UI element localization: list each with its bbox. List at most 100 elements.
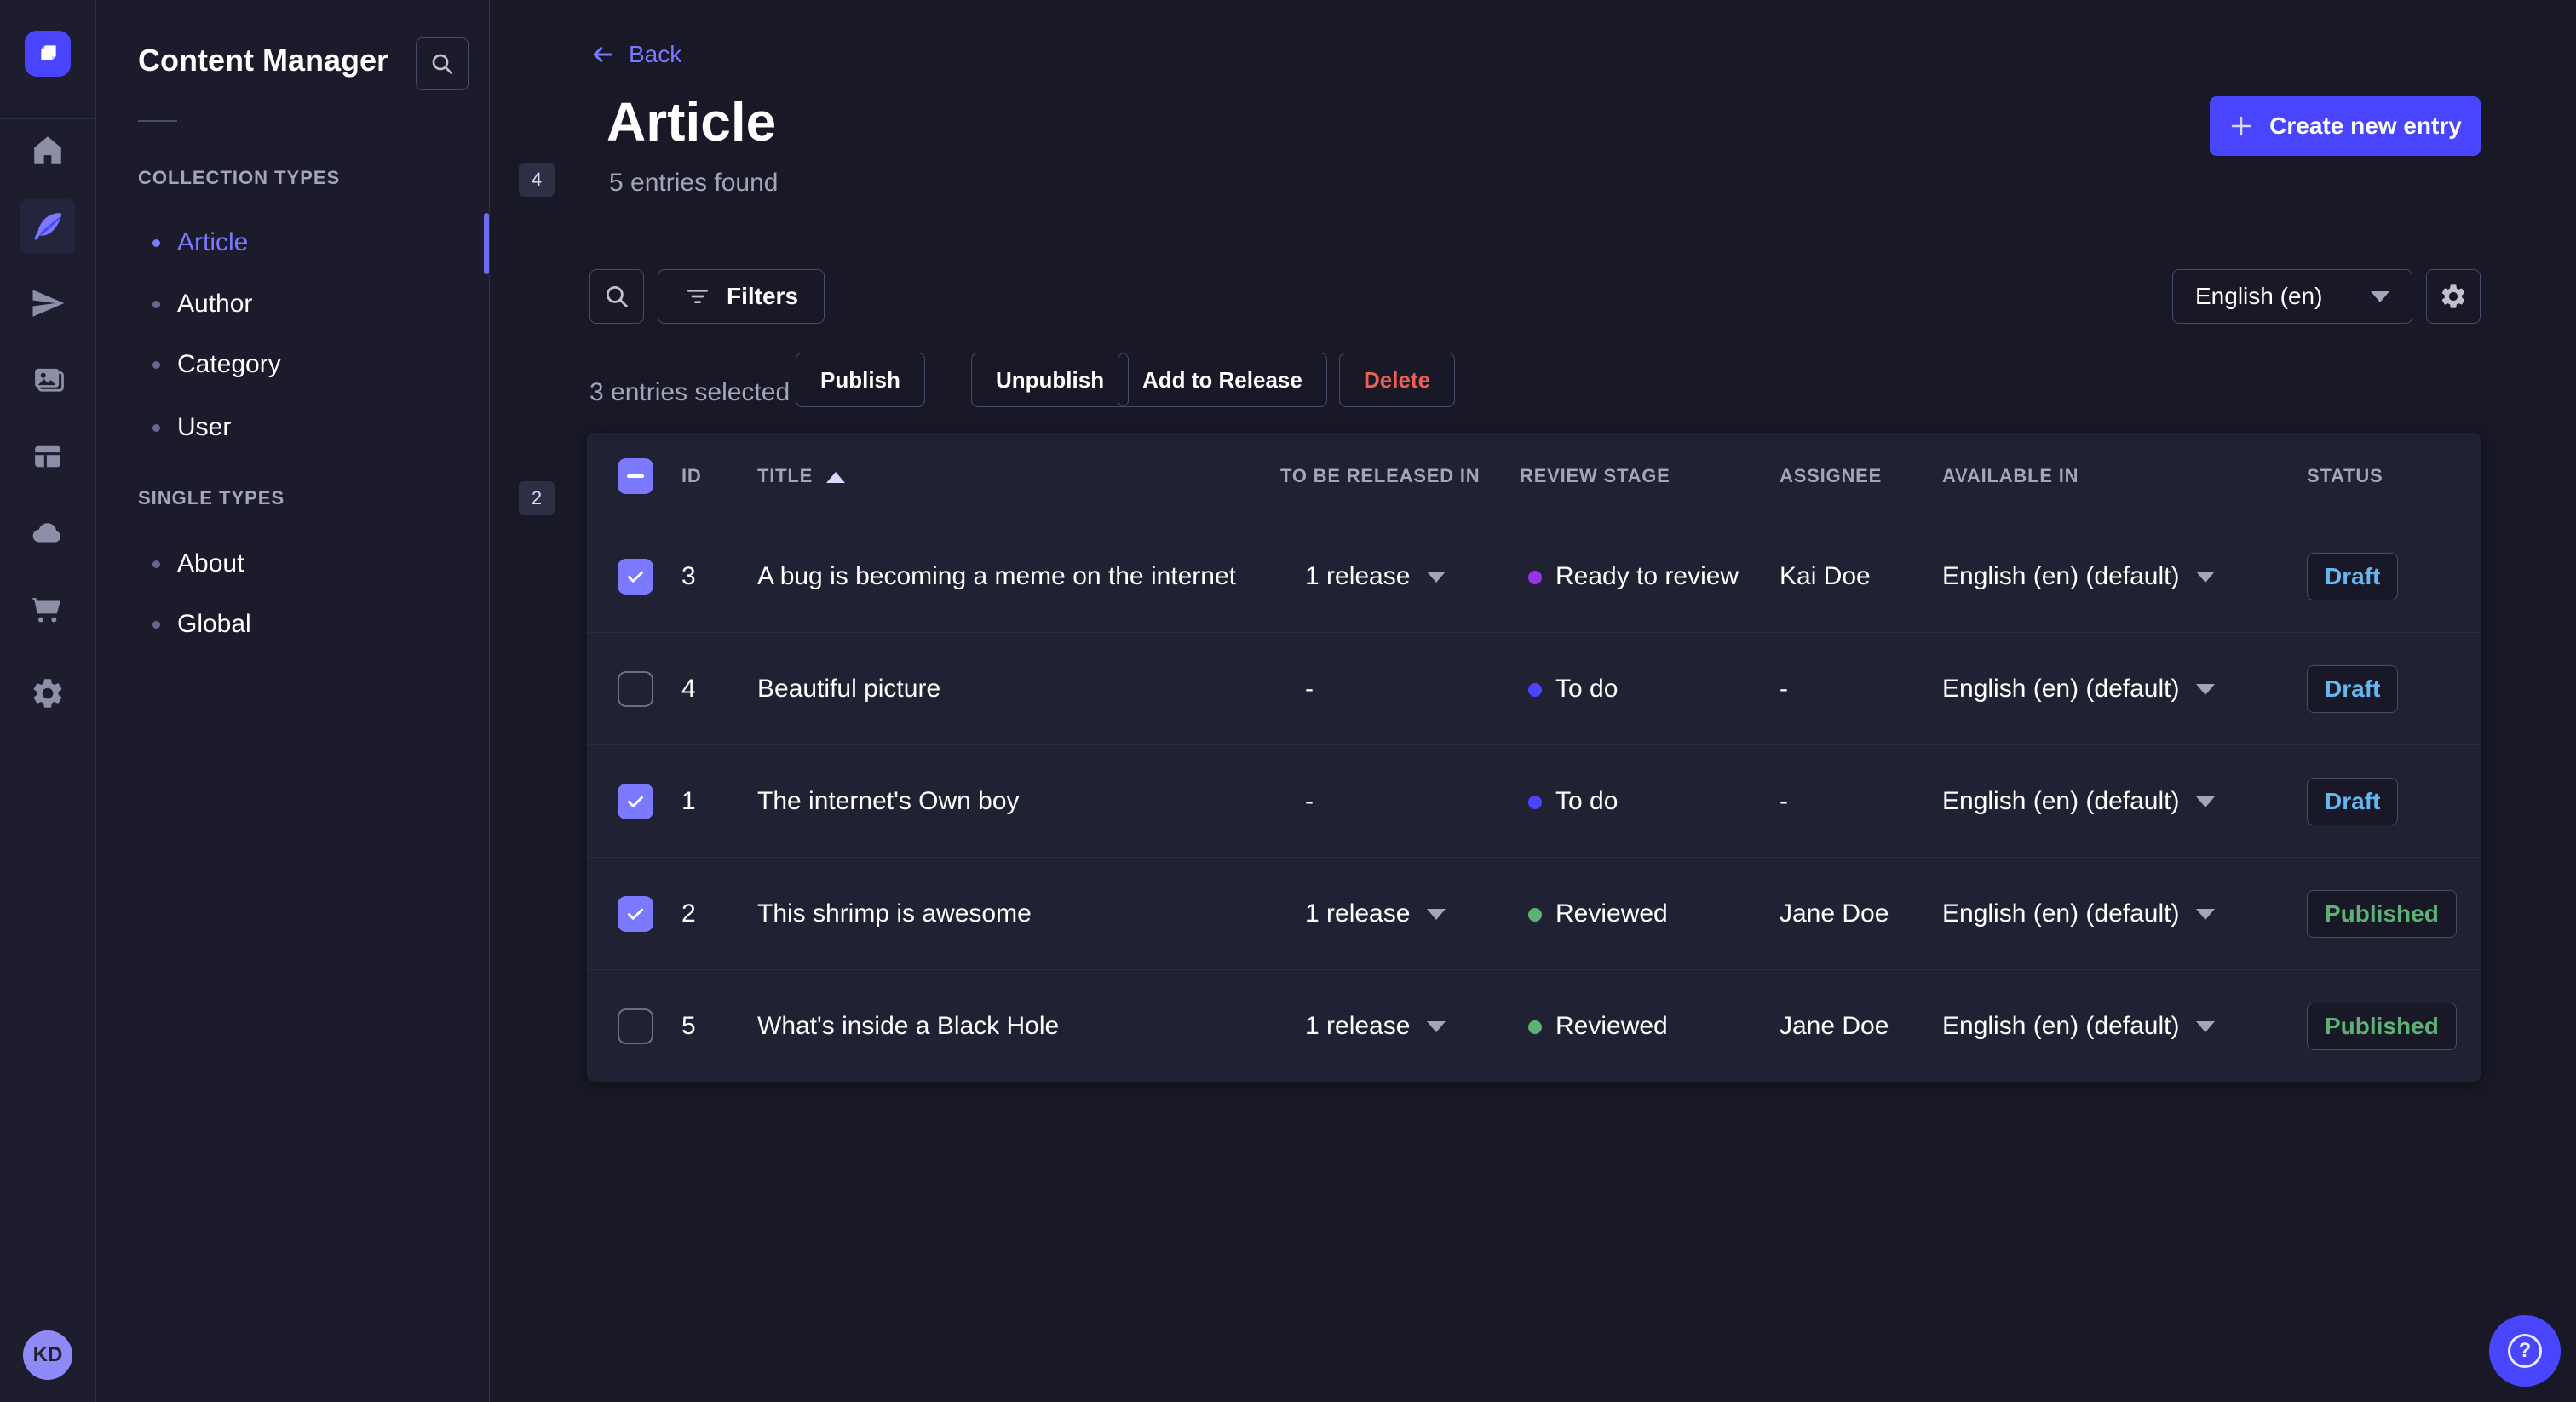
row-checkbox[interactable] <box>618 558 653 595</box>
chevron-down-icon <box>1427 1021 1446 1033</box>
table-row[interactable]: 1 The internet's Own boy - To do - Engli… <box>587 744 2481 857</box>
col-header-title[interactable]: TITLE <box>757 465 846 487</box>
table-row[interactable]: 2 This shrimp is awesome 1 release Revie… <box>587 857 2481 969</box>
check-icon <box>628 908 643 920</box>
page-title: Article <box>607 91 777 152</box>
cell-release: - <box>1305 786 1314 815</box>
cell-release: - <box>1305 674 1314 703</box>
status-badge: Published <box>2307 889 2457 938</box>
status-badge: Draft <box>2307 664 2399 713</box>
avatar[interactable]: KD <box>23 1330 72 1380</box>
cell-assignee: Jane Doe <box>1780 1011 1889 1040</box>
bullet-icon <box>152 238 160 247</box>
bullet-icon <box>152 423 160 432</box>
cell-title: A bug is becoming a meme on the internet <box>757 561 1237 590</box>
marketplace-icon[interactable] <box>20 583 75 637</box>
entries-table: ID TITLE TO BE RELEASED IN REVIEW STAGE … <box>587 433 2481 1082</box>
media-library-icon[interactable] <box>20 353 75 407</box>
sidebar-item-category[interactable]: Category <box>96 339 490 390</box>
strapi-logo[interactable] <box>25 31 71 77</box>
col-header-available: AVAILABLE IN <box>1942 465 2079 486</box>
sidebar-item-author[interactable]: Author <box>96 279 490 330</box>
publish-button[interactable]: Publish <box>796 353 925 407</box>
cell-review-stage: To do <box>1528 787 1618 816</box>
sidebar-item-about[interactable]: About <box>96 538 490 589</box>
search-icon <box>432 54 452 74</box>
strapi-logo-icon <box>41 45 56 60</box>
rail-divider <box>0 118 96 119</box>
filters-button[interactable]: Filters <box>658 269 825 324</box>
sidebar-item-global[interactable]: Global <box>96 599 490 650</box>
unpublish-button[interactable]: Unpublish <box>971 353 1130 407</box>
release-dropdown[interactable]: 1 release <box>1305 562 1446 591</box>
col-header-stage: REVIEW STAGE <box>1520 465 1670 486</box>
locale-dropdown[interactable]: English (en) (default) <box>1942 787 2216 816</box>
cell-title: The internet's Own boy <box>757 786 1020 815</box>
entries-count: 5 entries found <box>609 169 779 197</box>
chevron-down-icon <box>1427 572 1446 583</box>
plus-icon <box>2231 116 2251 136</box>
collection-types-count-badge: 4 <box>519 163 555 197</box>
row-checkbox[interactable] <box>618 783 653 819</box>
locale-select[interactable]: English (en) <box>2172 269 2412 324</box>
add-to-release-button[interactable]: Add to Release <box>1118 353 1327 407</box>
stage-dot-icon <box>1528 682 1542 697</box>
cell-id: 2 <box>681 899 696 928</box>
content-manager-icon[interactable] <box>20 199 75 254</box>
release-dropdown[interactable]: 1 release <box>1305 1012 1446 1041</box>
bullet-icon <box>152 300 160 308</box>
locale-dropdown[interactable]: English (en) (default) <box>1942 899 2216 928</box>
selection-count: 3 entries selected <box>589 378 791 406</box>
cell-title: This shrimp is awesome <box>757 899 1032 928</box>
chevron-down-icon <box>2196 1021 2216 1033</box>
row-checkbox[interactable] <box>618 895 653 932</box>
single-types-count-badge: 2 <box>519 481 555 515</box>
table-row[interactable]: 5 What's inside a Black Hole 1 release R… <box>587 969 2481 1082</box>
select-all-checkbox[interactable] <box>618 458 653 494</box>
back-arrow-icon <box>593 47 612 62</box>
delete-button[interactable]: Delete <box>1339 353 1456 407</box>
col-header-assignee: ASSIGNEE <box>1780 465 1883 486</box>
cell-id: 3 <box>681 561 696 590</box>
content-type-builder-icon[interactable] <box>20 429 75 484</box>
settings-icon[interactable] <box>20 666 75 721</box>
status-badge: Published <box>2307 1002 2457 1050</box>
sidebar-item-article[interactable]: Article <box>96 217 490 268</box>
list-settings-button[interactable] <box>2426 269 2481 324</box>
stage-dot-icon <box>1528 795 1542 809</box>
sidebar-search-button[interactable] <box>416 37 469 90</box>
release-dropdown[interactable]: 1 release <box>1305 899 1446 928</box>
row-checkbox[interactable] <box>618 1008 653 1044</box>
locale-dropdown[interactable]: English (en) (default) <box>1942 562 2216 591</box>
list-search-button[interactable] <box>589 269 644 324</box>
bullet-icon <box>152 360 160 369</box>
row-checkbox[interactable] <box>618 670 653 707</box>
sidebar-scrollbar-thumb[interactable] <box>484 213 489 274</box>
table-row[interactable]: 4 Beautiful picture - To do - English (e… <box>587 632 2481 744</box>
chevron-down-icon <box>1427 909 1446 921</box>
sort-asc-icon <box>826 471 846 483</box>
question-icon: ? <box>2508 1334 2542 1368</box>
locale-dropdown[interactable]: English (en) (default) <box>1942 1012 2216 1041</box>
col-header-id[interactable]: ID <box>681 465 702 487</box>
chevron-down-icon <box>2196 796 2216 808</box>
create-new-entry-button[interactable]: Create new entry <box>2210 96 2481 156</box>
cell-id: 1 <box>681 786 696 815</box>
back-link[interactable]: Back <box>589 41 681 68</box>
search-icon <box>606 285 628 307</box>
cell-id: 5 <box>681 1011 696 1040</box>
status-badge: Draft <box>2307 777 2399 825</box>
stage-dot-icon <box>1528 570 1542 584</box>
check-icon <box>628 796 643 807</box>
help-button[interactable]: ? <box>2489 1315 2561 1387</box>
filter-icon <box>687 290 708 303</box>
check-icon <box>628 571 643 583</box>
gear-icon <box>2441 284 2465 308</box>
locale-dropdown[interactable]: English (en) (default) <box>1942 675 2216 704</box>
cloud-icon[interactable] <box>20 506 75 560</box>
table-header-row: ID TITLE TO BE RELEASED IN REVIEW STAGE … <box>587 433 2481 520</box>
sidebar-item-user[interactable]: User <box>96 402 490 453</box>
releases-icon[interactable] <box>20 276 75 330</box>
table-row[interactable]: 3 A bug is becoming a meme on the intern… <box>587 520 2481 632</box>
home-icon[interactable] <box>20 123 75 177</box>
